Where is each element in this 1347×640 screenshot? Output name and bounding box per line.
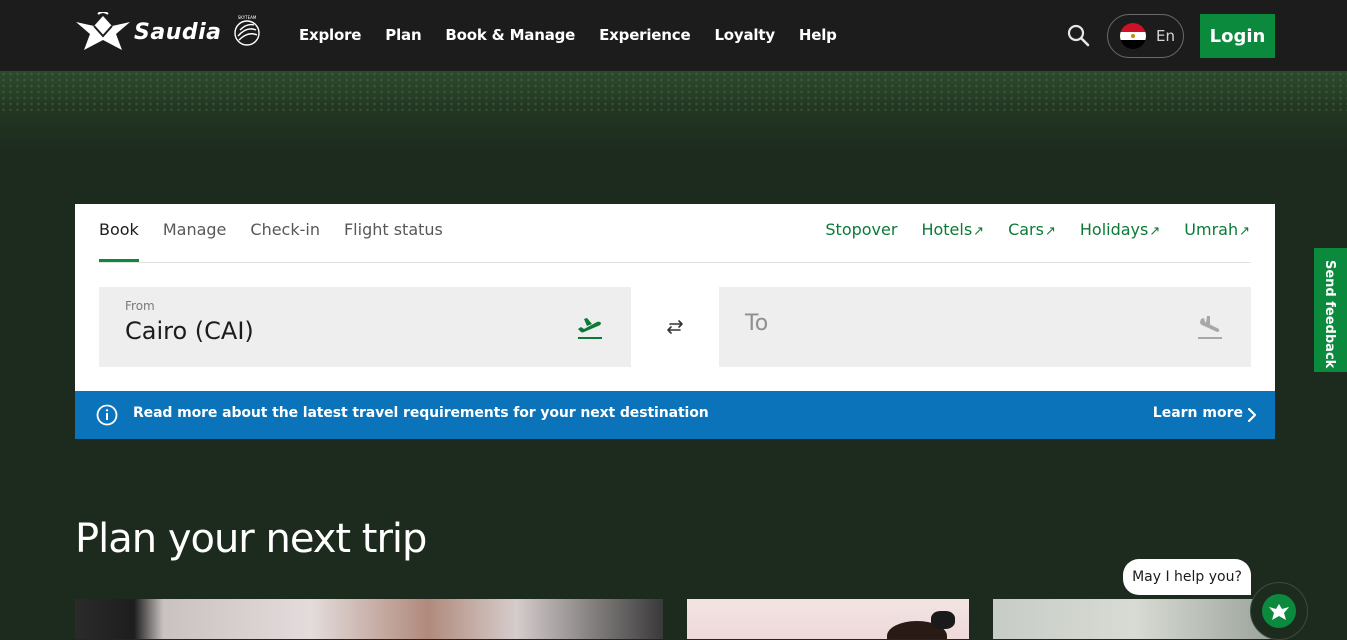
skyteam-text: SKYTEAM <box>238 15 257 20</box>
chat-prompt-bubble[interactable]: May I help you? <box>1123 559 1251 595</box>
booking-tabs: Book Manage Check-in Flight status <box>99 220 467 262</box>
nav-book-manage[interactable]: Book & Manage <box>445 24 575 46</box>
link-cars-label: Cars <box>1008 220 1044 239</box>
chevron-right-icon[interactable] <box>1246 407 1258 423</box>
send-feedback-tab[interactable]: Send feedback <box>1314 248 1347 372</box>
trip-card-image[interactable] <box>993 599 1275 639</box>
link-hotels-label: Hotels <box>921 220 973 239</box>
egypt-flag-icon <box>1120 23 1146 49</box>
link-umrah[interactable]: Umrah↗ <box>1184 220 1250 242</box>
brand-name: Saudia <box>134 19 222 45</box>
nav-experience[interactable]: Experience <box>599 24 690 46</box>
partner-links: Stopover Hotels↗ Cars↗ Holidays↗ Umrah↗ <box>801 220 1250 242</box>
external-link-icon: ↗ <box>1239 224 1250 239</box>
to-field[interactable]: To <box>719 287 1251 367</box>
saudia-palm-logo-icon <box>1269 604 1289 620</box>
link-holidays[interactable]: Holidays↗ <box>1080 220 1160 242</box>
travel-requirements-banner: Read more about the latest travel requir… <box>75 391 1275 439</box>
swap-icon[interactable] <box>664 316 686 338</box>
trip-card-image[interactable] <box>687 599 969 639</box>
link-hotels[interactable]: Hotels↗ <box>921 220 984 242</box>
link-cars[interactable]: Cars↗ <box>1008 220 1056 242</box>
link-stopover-label: Stopover <box>825 220 898 239</box>
from-field[interactable]: From Cairo (CAI) <box>99 287 631 367</box>
from-value: Cairo (CAI) <box>125 317 254 345</box>
external-link-icon: ↗ <box>973 224 985 239</box>
hero-texture <box>0 71 1347 111</box>
language-label: En <box>1156 27 1175 45</box>
feedback-label: Send feedback <box>1322 260 1337 369</box>
trip-card-image[interactable] <box>75 599 663 639</box>
tab-check-in[interactable]: Check-in <box>250 220 320 262</box>
plane-departure-icon <box>578 318 602 339</box>
plane-arrival-icon <box>1198 316 1222 339</box>
main-nav: Explore Plan Book & Manage Experience Lo… <box>299 24 861 46</box>
learn-more-link[interactable]: Learn more <box>1153 405 1243 421</box>
login-button[interactable]: Login <box>1200 14 1275 58</box>
nav-loyalty[interactable]: Loyalty <box>714 24 775 46</box>
nav-explore[interactable]: Explore <box>299 24 361 46</box>
nav-plan[interactable]: Plan <box>385 24 421 46</box>
chat-avatar <box>1262 594 1296 628</box>
top-navbar: Saudia SKYTEAM Explore Plan Book & Manag… <box>0 0 1347 71</box>
search-icon[interactable] <box>1066 23 1090 47</box>
external-link-icon: ↗ <box>1149 224 1161 239</box>
chat-assistant-button[interactable] <box>1250 582 1308 640</box>
info-icon <box>96 404 118 426</box>
tab-flight-status[interactable]: Flight status <box>344 220 443 262</box>
link-stopover[interactable]: Stopover <box>825 220 897 242</box>
banner-text: Read more about the latest travel requir… <box>133 405 709 421</box>
section-title: Plan your next trip <box>75 516 427 562</box>
nav-help[interactable]: Help <box>799 24 837 46</box>
to-placeholder: To <box>745 311 769 336</box>
hair-bow-image <box>931 611 955 629</box>
from-label: From <box>125 299 155 313</box>
tab-manage[interactable]: Manage <box>163 220 227 262</box>
external-link-icon: ↗ <box>1044 224 1056 239</box>
saudia-palm-logo-icon <box>76 12 130 50</box>
tab-book[interactable]: Book <box>99 220 139 262</box>
skyteam-logo-icon: SKYTEAM <box>234 15 260 46</box>
link-holidays-label: Holidays <box>1079 220 1149 239</box>
tab-divider <box>99 262 1251 263</box>
booking-widget: Book Manage Check-in Flight status Stopo… <box>75 204 1275 391</box>
link-umrah-label: Umrah <box>1184 220 1239 239</box>
language-selector[interactable]: En <box>1107 14 1184 58</box>
